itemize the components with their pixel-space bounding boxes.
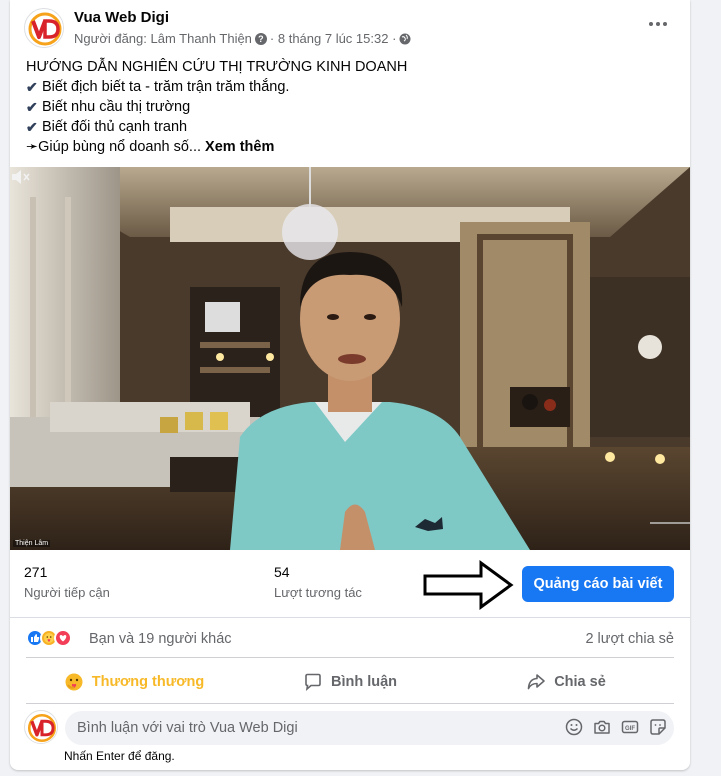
emoji-icon[interactable] [564, 717, 584, 737]
see-more-link[interactable]: Xem thêm [205, 137, 274, 157]
promote-post-button[interactable]: Quảng cáo bài viết [522, 566, 674, 602]
page-avatar[interactable] [24, 8, 64, 48]
post-text: HƯỚNG DẪN NGHIÊN CỨU THỊ TRƯỜNG KINH DOA… [26, 57, 676, 157]
action-bar: Thương thương Bình luận Chia sẻ [26, 660, 674, 704]
comment-button[interactable]: Bình luận [242, 660, 458, 703]
post-header: Vua Web Digi Người đăng: Lâm Thanh Thiện… [24, 6, 676, 50]
react-label: Thương thương [91, 673, 205, 690]
comment-tools: GIF [564, 717, 668, 737]
post-card: Vua Web Digi Người đăng: Lâm Thanh Thiện… [10, 0, 690, 770]
gif-icon[interactable]: GIF [620, 717, 640, 737]
post-title: HƯỚNG DẪN NGHIÊN CỨU THỊ TRƯỜNG KINH DOA… [26, 59, 408, 75]
comment-box: GIF [65, 711, 674, 745]
engagement-value: 54 [274, 564, 290, 580]
checkmark-icon: ✔ [26, 79, 38, 95]
video-frame [10, 167, 690, 550]
post-time[interactable]: · 8 tháng 7 lúc 15:32 · [270, 31, 396, 46]
reach-stat[interactable]: 271 Người tiếp cận [24, 564, 110, 600]
mute-icon[interactable] [10, 167, 32, 187]
info-icon[interactable]: ? [254, 32, 267, 45]
vwd-logo-icon [26, 10, 63, 47]
reach-value: 271 [24, 564, 48, 580]
engagement-label: Lượt tương tác [274, 585, 362, 600]
reactions-bar: Bạn và 19 người khác 2 lượt chia sẻ [26, 620, 674, 658]
more-options-button[interactable] [644, 14, 672, 34]
comment-label: Bình luận [330, 673, 398, 690]
love-reaction-icon [54, 629, 72, 647]
reaction-icons[interactable] [26, 629, 72, 647]
checkmark-icon: ✔ [26, 99, 38, 115]
react-button[interactable]: Thương thương [26, 660, 242, 703]
comment-composer: GIF [24, 710, 674, 746]
commenter-avatar[interactable] [24, 710, 58, 744]
share-button[interactable]: Chia sẻ [458, 660, 674, 703]
camera-icon[interactable] [592, 717, 612, 737]
share-count[interactable]: 2 lượt chia sẻ [585, 631, 674, 647]
bullet-item: ✔ Biết nhu cầu thị trường [26, 99, 191, 115]
comment-icon [303, 672, 323, 692]
svg-text:GIF: GIF [625, 726, 635, 732]
arrow-right-icon [423, 560, 514, 610]
page-name[interactable]: Vua Web Digi [74, 9, 169, 26]
comment-input[interactable] [77, 711, 537, 745]
last-line: ➛Giúp bùng nổ doanh số... Xem thêm [26, 137, 275, 157]
post-meta: Người đăng: Lâm Thanh Thiện ? · 8 tháng … [74, 31, 411, 46]
globe-icon [399, 33, 411, 44]
post-author[interactable]: Người đăng: Lâm Thanh Thiện [74, 31, 252, 46]
insights-row: 271 Người tiếp cận 54 Lượt tương tác Quả… [10, 550, 690, 618]
more-dot [656, 22, 660, 26]
checkmark-icon: ✔ [26, 119, 38, 135]
bullet-item: ✔ Biết địch biết ta - trăm trận trăm thắn… [26, 79, 290, 95]
vwd-logo-icon [25, 711, 57, 743]
reactions-summary[interactable]: Bạn và 19 người khác [89, 631, 232, 647]
engagement-stat[interactable]: 54 Lượt tương tác [274, 564, 362, 600]
reach-label: Người tiếp cận [24, 585, 110, 600]
sticker-icon[interactable] [648, 717, 668, 737]
bullet-item: ✔ Biết đối thủ cạnh tranh [26, 119, 188, 135]
enter-hint: Nhấn Enter để đăng. [64, 749, 175, 763]
care-emoji-icon [64, 672, 84, 692]
video-player[interactable]: Thiện Lâm [10, 167, 690, 550]
more-dot [649, 22, 653, 26]
share-label: Chia sẻ [554, 673, 606, 690]
video-caption: Thiện Lâm [13, 540, 51, 547]
more-dot [663, 22, 667, 26]
share-arrow-icon [526, 672, 546, 692]
